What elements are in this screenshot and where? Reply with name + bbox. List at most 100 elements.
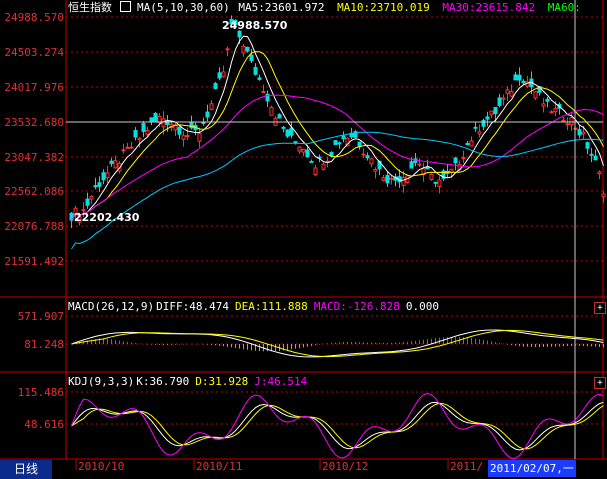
candle-body xyxy=(549,111,554,114)
candle-body xyxy=(109,160,114,164)
candle-body xyxy=(569,117,574,125)
candle-body xyxy=(521,80,526,84)
candle-body xyxy=(105,172,110,179)
candle-body xyxy=(245,46,250,52)
candle-body xyxy=(189,122,194,129)
candle-body xyxy=(473,126,478,129)
candle-body xyxy=(461,157,466,160)
candle-body xyxy=(385,174,390,184)
candle-body xyxy=(429,173,434,181)
high-price-annotation: 24988.570 xyxy=(222,19,288,32)
candle-body xyxy=(113,160,118,169)
x-axis-label: 2011/ xyxy=(450,460,484,473)
candle-body xyxy=(249,54,254,62)
candle-body xyxy=(305,149,310,158)
candle-body xyxy=(261,91,266,94)
candle-body xyxy=(153,112,158,122)
candle-body xyxy=(417,163,422,166)
candle-body xyxy=(365,155,370,159)
candle-body xyxy=(485,116,490,120)
candle-body xyxy=(489,110,494,116)
candle-body xyxy=(133,129,138,138)
stock-chart-window: 恒生指数 MA(5,10,30,60) MA5:23601.972 MA10:23… xyxy=(0,0,607,479)
candle-body xyxy=(597,171,602,175)
candle-body xyxy=(125,146,130,149)
candle-body xyxy=(277,114,282,119)
candle-body xyxy=(301,148,306,153)
candle-body xyxy=(505,89,510,94)
candle-body xyxy=(241,45,246,54)
candle-body xyxy=(97,182,102,187)
crosshair-date-readout: 2011/02/07,一 xyxy=(488,460,576,477)
candle-body xyxy=(313,167,318,176)
candle-body xyxy=(321,163,326,170)
candle-body xyxy=(589,153,594,156)
candle-body xyxy=(285,129,290,137)
x-axis-label: 2010/10 xyxy=(78,460,125,473)
candle-body xyxy=(437,179,442,187)
candle-body xyxy=(541,103,546,107)
ma5-line xyxy=(71,35,604,221)
candle-body xyxy=(337,142,342,145)
candle-body xyxy=(297,146,302,152)
candle-body xyxy=(217,72,222,79)
candle-body xyxy=(221,71,226,78)
candle-body xyxy=(477,131,482,135)
candle-body xyxy=(85,198,90,206)
candle-body xyxy=(93,185,98,188)
candle-body xyxy=(497,97,502,106)
macd-diff-line xyxy=(71,329,604,358)
candle-body xyxy=(465,142,470,146)
candle-body xyxy=(409,161,414,169)
candle-body xyxy=(453,157,458,164)
candle-body xyxy=(197,133,202,142)
candle-body xyxy=(213,83,218,89)
candle-body xyxy=(481,119,486,127)
candle-body xyxy=(185,134,190,137)
candle-body xyxy=(257,77,262,80)
candle-body xyxy=(333,140,338,145)
candle-body xyxy=(293,141,298,144)
candle-body xyxy=(493,106,498,115)
candle-body xyxy=(101,172,106,181)
kdj-expand-button[interactable]: + xyxy=(594,377,606,389)
candle-body xyxy=(373,168,378,172)
macd-expand-button[interactable]: + xyxy=(594,302,606,314)
candle-body xyxy=(369,158,374,165)
candle-body xyxy=(501,97,506,100)
candle-body xyxy=(289,127,294,136)
candle-body xyxy=(553,107,558,113)
candle-body xyxy=(269,107,274,116)
x-axis-label: 2010/11 xyxy=(196,460,243,473)
candle-body xyxy=(401,176,406,186)
candle-body xyxy=(509,91,514,97)
candle-body xyxy=(433,181,438,184)
candle-body xyxy=(341,135,346,140)
candle-body xyxy=(237,30,242,38)
candle-body xyxy=(561,119,566,122)
candle-body xyxy=(601,193,606,198)
candle-body xyxy=(121,149,126,152)
candle-body xyxy=(141,123,146,132)
candle-body xyxy=(381,177,386,181)
ma30-line xyxy=(71,94,604,221)
kdj-k-line xyxy=(71,401,604,451)
candle-body xyxy=(129,146,134,149)
low-price-annotation: 22202.430 xyxy=(74,211,140,224)
tab-daily[interactable]: 日线 xyxy=(0,460,52,479)
candle-body xyxy=(577,129,582,136)
x-axis-label: 2010/12 xyxy=(322,460,369,473)
candle-body xyxy=(389,177,394,180)
candle-body xyxy=(181,135,186,140)
chart-canvas[interactable] xyxy=(0,0,607,479)
candle-body xyxy=(469,140,474,147)
candle-body xyxy=(565,123,570,126)
candle-body xyxy=(89,196,94,200)
candle-body xyxy=(533,91,538,99)
candle-body xyxy=(205,111,210,118)
candle-body xyxy=(361,153,366,156)
candle-body xyxy=(585,142,590,149)
candle-body xyxy=(145,130,150,135)
candle-body xyxy=(149,117,154,123)
candle-body xyxy=(209,103,214,110)
